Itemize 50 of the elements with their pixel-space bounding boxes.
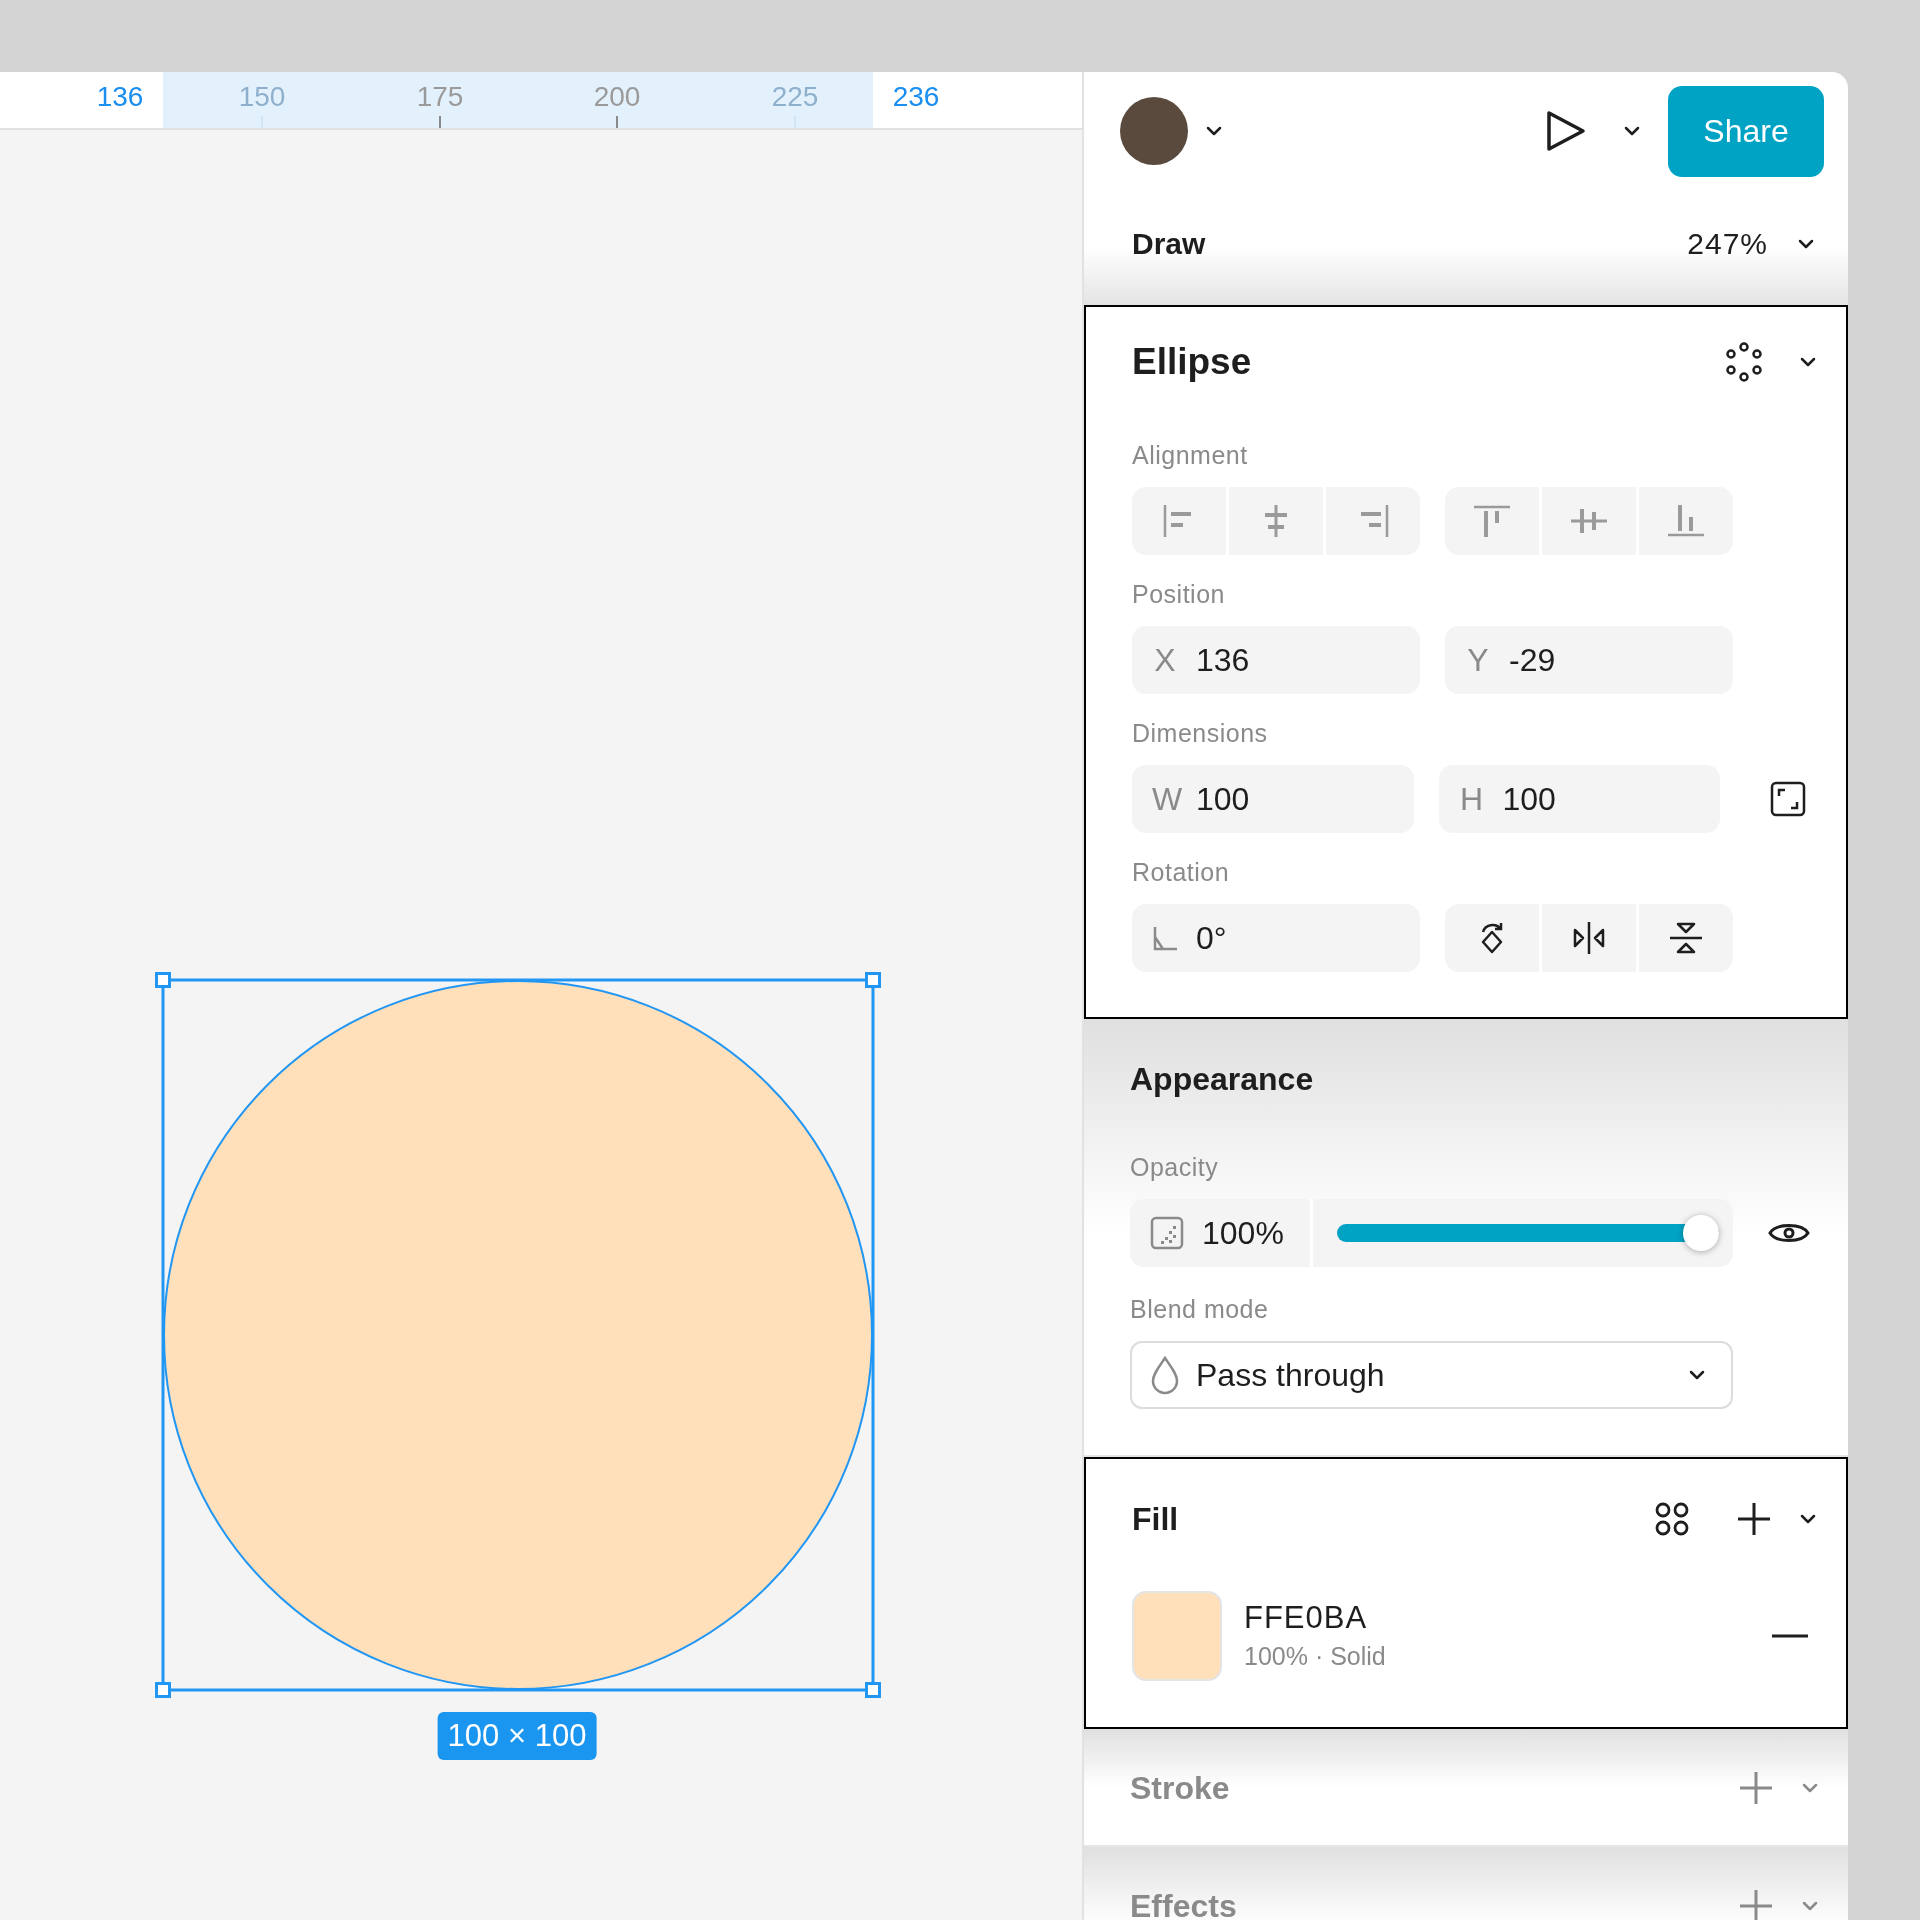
- ruler-tick: [616, 116, 618, 128]
- play-icon[interactable]: [1544, 108, 1588, 154]
- y-field[interactable]: Y -29: [1445, 626, 1733, 694]
- field-label: Blend mode: [1130, 1294, 1270, 1324]
- slider-thumb[interactable]: [1683, 1215, 1719, 1251]
- chevron-down-icon[interactable]: [1689, 1370, 1705, 1380]
- hex-value: FFE0BA: [1244, 1599, 1369, 1637]
- ruler-label: 150: [238, 80, 286, 114]
- fill-detail: 100% · Solid: [1244, 1641, 1386, 1672]
- field-label: Alignment: [1132, 440, 1249, 470]
- field-label: Rotation: [1132, 857, 1231, 887]
- ruler-label: 225: [771, 80, 819, 114]
- minus-icon[interactable]: [1772, 1634, 1808, 1638]
- width-field[interactable]: W 100: [1132, 765, 1414, 833]
- plus-icon[interactable]: [1736, 1501, 1772, 1537]
- x-field[interactable]: X 136: [1132, 626, 1420, 694]
- ruler-label: 200: [593, 80, 641, 114]
- opacity-control[interactable]: 100%: [1130, 1199, 1733, 1267]
- section-title: Ellipse: [1132, 340, 1252, 384]
- opacity-value: 100%: [1202, 1214, 1284, 1253]
- opacity-slider[interactable]: [1337, 1213, 1719, 1253]
- dots-ring-icon[interactable]: [1724, 342, 1764, 382]
- field-label: Dimensions: [1132, 718, 1269, 748]
- ruler-label: 236: [892, 80, 940, 114]
- ruler-tick: [439, 116, 441, 128]
- rotation-field[interactable]: 0°: [1132, 904, 1420, 972]
- chevron-down-icon[interactable]: [1798, 239, 1814, 249]
- resize-corners-icon[interactable]: [1770, 781, 1806, 817]
- chevron-down-icon[interactable]: [1624, 126, 1640, 136]
- field-label: Position: [1132, 579, 1226, 609]
- zoom-dropdown[interactable]: 247%: [1687, 224, 1814, 264]
- blend-mode-dropdown[interactable]: Pass through: [1130, 1341, 1733, 1409]
- chevron-down-icon[interactable]: [1800, 357, 1816, 367]
- section-title: Effects: [1130, 1887, 1237, 1920]
- size-label: 100 × 100: [437, 1712, 597, 1760]
- section-title: Appearance: [1130, 1060, 1314, 1099]
- ruler-label: 175: [416, 80, 464, 114]
- mode-label: Draw: [1132, 226, 1206, 262]
- four-circles-icon[interactable]: [1654, 1501, 1690, 1537]
- checker-icon: [1150, 1216, 1184, 1250]
- section-title: Stroke: [1130, 1769, 1230, 1808]
- section-title: Fill: [1132, 1500, 1179, 1539]
- field-label: Opacity: [1130, 1152, 1220, 1182]
- ruler-label: 136: [96, 80, 144, 114]
- drop-icon: [1150, 1355, 1180, 1395]
- angle-icon: [1152, 925, 1178, 951]
- height-field[interactable]: H 100: [1438, 765, 1720, 833]
- chevron-down-icon[interactable]: [1800, 1514, 1816, 1524]
- color-swatch[interactable]: [1132, 1591, 1222, 1681]
- chevron-down-icon[interactable]: [1206, 126, 1222, 136]
